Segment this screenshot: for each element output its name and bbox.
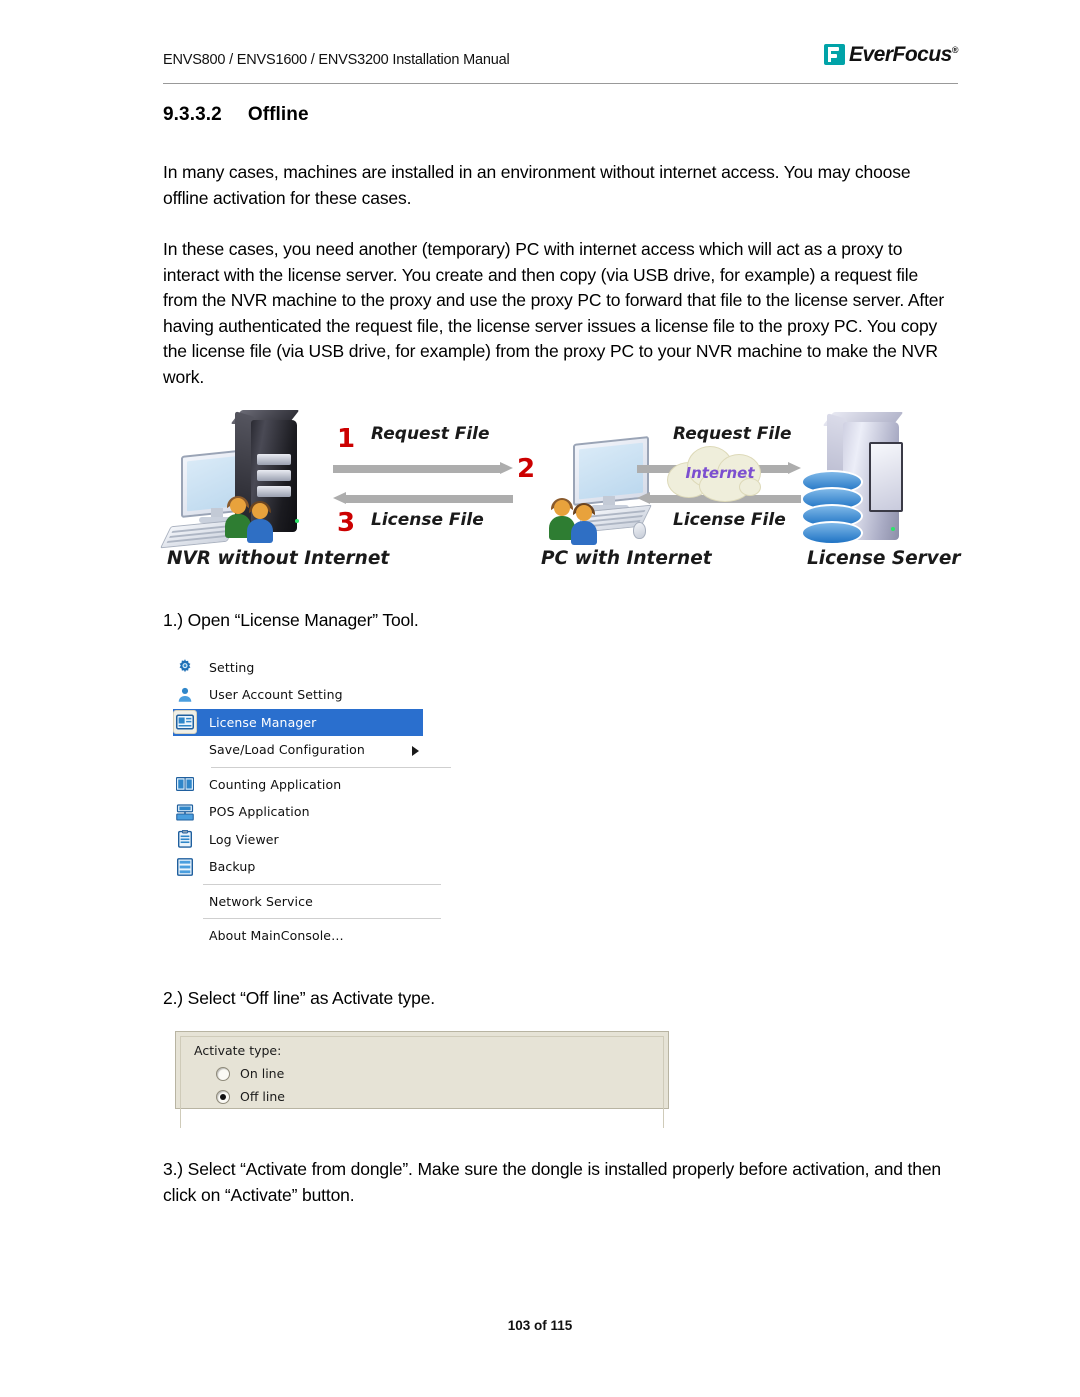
logo-bar [827,47,831,62]
radio-label-off-line: Off line [240,1089,285,1104]
menu-item-save-load-configuration[interactable]: Save/Load Configuration [173,736,431,764]
no-icon-placeholder [175,926,195,946]
menu-item-network-service[interactable]: Network Service [173,888,431,916]
menu-item-label: Counting Application [209,776,342,792]
counting-icon [175,774,195,794]
menu-item-license-manager[interactable]: License Manager [173,708,423,736]
step-2-text: 2.) Select “Off line” as Activate type. [163,987,436,1008]
no-icon-placeholder [175,891,195,911]
pos-icon [175,802,195,822]
section-title-text: Offline [247,104,309,125]
logo-registered-mark: ® [951,45,959,55]
radio-option-on-line[interactable]: On line [216,1066,284,1081]
flow-label-left-request: Request File [371,424,490,444]
clipboard-icon [175,829,195,849]
header-divider [163,83,958,84]
menu-item-label: Log Viewer [209,831,279,847]
menu-item-label: Save/Load Configuration [209,742,365,758]
page-number: 103 of 115 [507,1318,573,1333]
license-card-icon [173,710,197,735]
user-icon [175,685,195,705]
menu-item-pos-application[interactable]: POS Application [173,798,431,826]
menu-item-label: Backup [209,859,256,875]
manual-title: ENVS800 / ENVS1600 / ENVS3200 Installati… [163,52,510,68]
flow-label-left-license: License File [371,510,484,530]
menu-divider-1 [211,766,451,768]
radio-button-on-line[interactable] [216,1066,230,1081]
gear-icon [175,657,195,677]
menu-item-label: Network Service [209,893,313,909]
mainconsole-context-menu[interactable]: Setting User Account Setting License Man… [173,654,451,950]
proxy-user-avatar-2 [571,503,597,545]
activate-type-label: Activate type: [194,1043,282,1058]
menu-item-backup[interactable]: Backup [173,853,431,881]
diagram-label-license-server: License Server [807,548,961,569]
offline-activation-diagram: NVR without Internet 1 Request File 2 3 … [159,400,961,590]
chevron-right-icon [412,746,419,756]
everfocus-logo: EverFocus® [823,43,959,66]
proxy-pc-mouse-icon [633,522,646,539]
menu-item-label: Setting [209,659,255,675]
flow-label-right-license: License File [673,510,786,530]
section-number: 9.3.3.2 [163,104,222,125]
menu-item-label: License Manager [209,714,317,730]
page-title: 9.3.3.2 Offline [163,104,957,126]
proxy-paragraph: In these cases, you need another (tempor… [163,239,945,387]
step-number-1: 1 [337,424,356,454]
step-3-text: 3.) Select “Activate from dongle”. Make … [163,1159,942,1205]
nvr-user-avatar-2 [247,501,273,543]
internet-cloud-icon: Internet [661,440,779,504]
radio-button-off-line[interactable] [216,1089,230,1104]
page-footer: 103 of 115 [0,1318,1080,1333]
internet-cloud-label: Internet [685,464,755,482]
menu-item-setting[interactable]: Setting [173,654,431,682]
menu-item-label: POS Application [209,804,310,820]
everfocus-logo-mark [823,44,845,65]
menu-item-log-viewer[interactable]: Log Viewer [173,826,431,854]
logo-wordmark-text: EverFocus [848,43,952,66]
no-icon-placeholder [175,740,195,760]
menu-item-about-mainconsole[interactable]: About MainConsole… [173,922,431,950]
radio-label-on-line: On line [240,1066,285,1081]
license-server-database-icon [801,470,863,548]
menu-item-user-account-setting[interactable]: User Account Setting [173,681,431,709]
activate-type-panel: Activate type: On line Off line [175,1031,669,1128]
menu-divider-2 [203,883,441,885]
diagram-label-nvr: NVR without Internet [167,548,390,569]
menu-divider-3 [203,918,441,919]
arrow-pc-to-left [333,492,513,505]
radio-option-off-line[interactable]: Off line [216,1089,285,1104]
menu-item-label: About MainConsole… [209,928,344,944]
menu-item-label: User Account Setting [209,687,343,703]
backup-icon [175,857,195,877]
page-content: 9.3.3.2 Offline In many cases, machines a… [159,104,961,1208]
step-number-3: 3 [337,508,356,538]
step-1-text: 1.) Open “License Manager” Tool. [163,610,419,630]
menu-item-counting-application[interactable]: Counting Application [173,771,431,799]
diagram-label-proxy-pc: PC with Internet [541,548,712,569]
step-number-2: 2 [517,454,536,484]
logo-wordmark: EverFocus® [848,43,959,66]
page-header: ENVS800 / ENVS1600 / ENVS3200 Installati… [0,44,1080,86]
arrow-left-to-pc [333,462,513,475]
intro-paragraph: In many cases, machines are installed in… [163,162,911,208]
